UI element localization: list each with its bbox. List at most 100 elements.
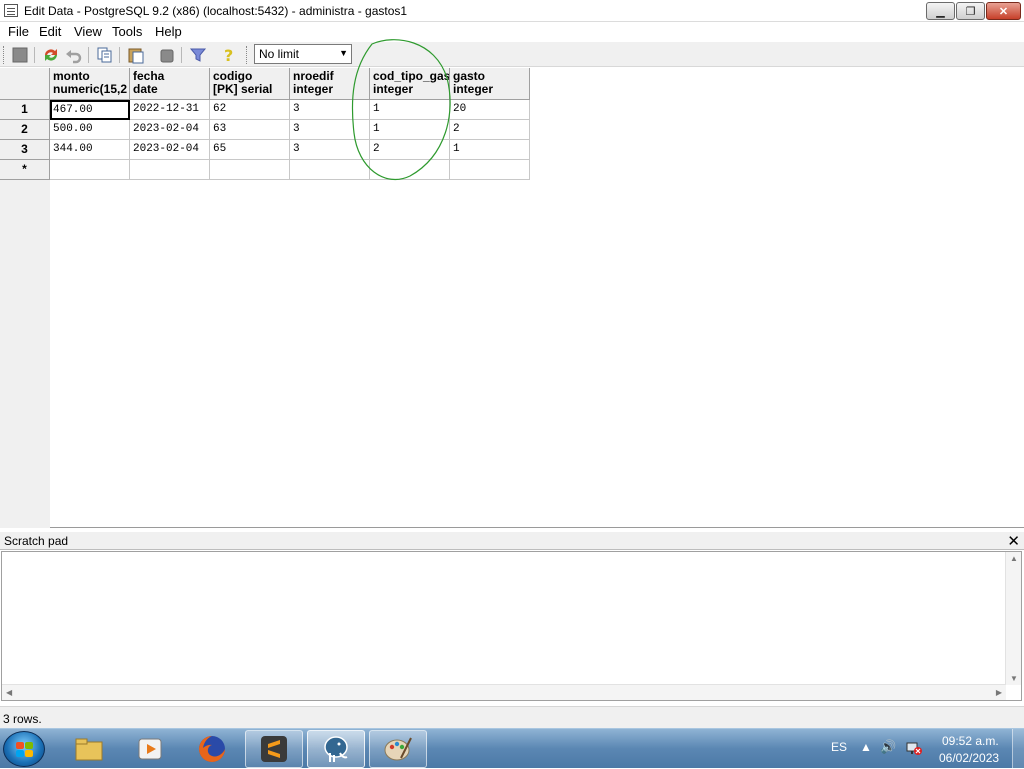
table-cell[interactable]: 2: [370, 140, 450, 160]
taskbar: ES ▲ 🔊 09:52 a.m. 06/02/2023: [0, 728, 1024, 769]
svg-text:?: ?: [224, 46, 233, 64]
new-row-cell[interactable]: [50, 160, 130, 180]
new-row-cell[interactable]: [290, 160, 370, 180]
menu-view[interactable]: View: [72, 24, 104, 39]
scratch-pad-header: Scratch pad ✕: [0, 532, 1024, 550]
paint-icon: [384, 737, 412, 761]
media-player-icon: [138, 738, 162, 760]
network-icon[interactable]: [906, 739, 922, 758]
toolbar-separator: [88, 47, 89, 63]
firefox-icon: [199, 736, 225, 762]
row-header[interactable]: 3: [0, 140, 50, 160]
table-cell[interactable]: 2022-12-31: [130, 100, 210, 120]
taskbar-media-player[interactable]: [121, 730, 179, 768]
new-row-cell[interactable]: [370, 160, 450, 180]
table-cell[interactable]: 2: [450, 120, 530, 140]
paste-icon[interactable]: [126, 45, 146, 65]
vertical-scrollbar[interactable]: ▲ ▼: [1005, 552, 1021, 685]
taskbar-pgadmin[interactable]: [307, 730, 365, 768]
menu-tools[interactable]: Tools: [110, 24, 144, 39]
language-indicator[interactable]: ES: [831, 740, 847, 754]
row-header[interactable]: 2: [0, 120, 50, 140]
new-row-cell[interactable]: [450, 160, 530, 180]
taskbar-explorer[interactable]: [60, 730, 118, 768]
toolbar-separator: [119, 47, 120, 63]
column-header-fecha[interactable]: fecha date: [130, 68, 210, 100]
table-cell[interactable]: 1: [450, 140, 530, 160]
toolbar: ? No limit ▼: [0, 42, 1024, 67]
minimize-button[interactable]: ▁: [926, 2, 955, 20]
row-header[interactable]: 1: [0, 100, 50, 120]
status-bar: 3 rows.: [0, 706, 1024, 728]
column-header-cod-tipo-gas[interactable]: cod_tipo_gas integer: [370, 68, 450, 100]
clock-date[interactable]: 06/02/2023: [939, 751, 999, 765]
clock-time[interactable]: 09:52 a.m.: [942, 734, 999, 748]
table-cell[interactable]: 1: [370, 100, 450, 120]
new-row-cell[interactable]: [210, 160, 290, 180]
taskbar-firefox[interactable]: [183, 730, 241, 768]
filter-icon[interactable]: [188, 45, 208, 65]
close-window-button[interactable]: ✕: [986, 2, 1021, 20]
table-cell[interactable]: 65: [210, 140, 290, 160]
new-row-header[interactable]: *: [0, 160, 50, 180]
table-cell[interactable]: 63: [210, 120, 290, 140]
column-type: date: [133, 82, 158, 96]
help-icon[interactable]: ?: [219, 45, 239, 65]
refresh-icon[interactable]: [41, 45, 61, 65]
table-cell[interactable]: 344.00: [50, 140, 130, 160]
column-header-codigo[interactable]: codigo [PK] serial: [210, 68, 290, 100]
taskbar-sublime-text[interactable]: [245, 730, 303, 768]
scratch-pad-textarea[interactable]: ▲ ▼ ◀ ▶: [1, 551, 1022, 701]
sublime-text-icon: [261, 736, 287, 762]
table-cell[interactable]: 2023-02-04: [130, 120, 210, 140]
new-row-cell[interactable]: [130, 160, 210, 180]
app-window-icon: [4, 4, 18, 17]
menu-file[interactable]: File: [6, 24, 31, 39]
table-cell[interactable]: 1: [370, 120, 450, 140]
table-cell[interactable]: 3: [290, 120, 370, 140]
column-header-gasto[interactable]: gasto integer: [450, 68, 530, 100]
row-limit-select[interactable]: No limit ▼: [254, 44, 352, 64]
table-cell[interactable]: 3: [290, 100, 370, 120]
pgadmin-elephant-icon: [324, 736, 348, 762]
show-desktop-button[interactable]: [1012, 729, 1024, 769]
scroll-right-icon[interactable]: ▶: [996, 688, 1002, 697]
scratch-pad-title: Scratch pad: [4, 534, 69, 548]
start-button[interactable]: [3, 731, 45, 767]
restore-button[interactable]: ❐: [956, 2, 985, 20]
taskbar-paint[interactable]: [369, 730, 427, 768]
toolbar-separator: [34, 47, 35, 63]
scroll-down-icon[interactable]: ▼: [1010, 674, 1018, 683]
undo-icon[interactable]: [64, 45, 84, 65]
column-type: [PK] serial: [213, 82, 273, 96]
table-cell[interactable]: 2023-02-04: [130, 140, 210, 160]
column-type: integer: [373, 82, 414, 96]
toolbar-separator: [181, 47, 182, 63]
windows-logo-icon: [16, 742, 34, 758]
column-header-nroedif[interactable]: nroedif integer: [290, 68, 370, 100]
show-hidden-icons-icon[interactable]: ▲: [860, 740, 872, 754]
delete-icon[interactable]: [157, 45, 177, 65]
row-count-status: 3 rows.: [3, 712, 42, 726]
menu-help[interactable]: Help: [153, 24, 184, 39]
horizontal-scrollbar[interactable]: ◀ ▶: [2, 684, 1006, 700]
scroll-left-icon[interactable]: ◀: [6, 688, 12, 697]
menu-edit[interactable]: Edit: [37, 24, 63, 39]
table-cell[interactable]: 3: [290, 140, 370, 160]
scroll-up-icon[interactable]: ▲: [1010, 554, 1018, 563]
close-icon: ✕: [998, 5, 1009, 18]
menu-bar: File Edit View Tools Help: [0, 23, 1024, 42]
volume-icon[interactable]: 🔊: [880, 739, 896, 755]
column-type: numeric(15,2: [53, 82, 128, 96]
column-header-monto[interactable]: monto numeric(15,2: [50, 68, 130, 100]
table-cell[interactable]: 500.00: [50, 120, 130, 140]
table-cell[interactable]: 467.00: [50, 100, 130, 120]
table-cell[interactable]: 20: [450, 100, 530, 120]
restore-icon: ❐: [965, 5, 976, 18]
table-cell[interactable]: 62: [210, 100, 290, 120]
close-icon[interactable]: ✕: [1007, 532, 1020, 550]
save-icon[interactable]: [10, 45, 30, 65]
window-title: Edit Data - PostgreSQL 9.2 (x86) (localh…: [24, 4, 408, 18]
copy-icon[interactable]: [95, 45, 115, 65]
grid-corner[interactable]: [0, 68, 50, 100]
